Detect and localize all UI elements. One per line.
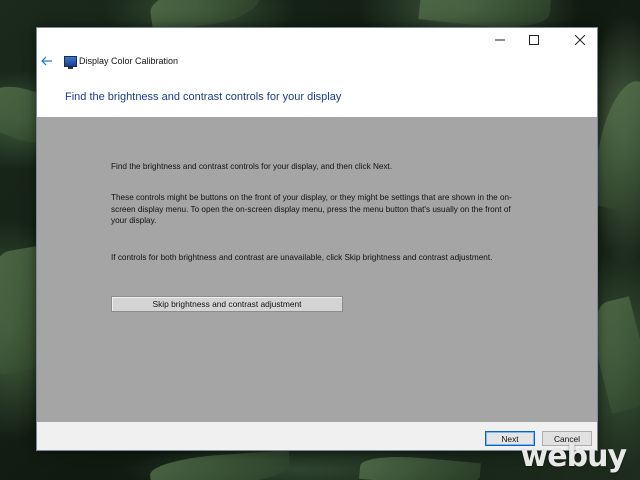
controls-description-text: These controls might be buttons on the f…: [111, 193, 512, 225]
arrow-left-icon: [41, 56, 52, 66]
monitor-icon: [64, 56, 77, 69]
desktop-background: Display Color Calibration Find the brigh…: [0, 0, 640, 480]
title-bar: [37, 28, 597, 52]
maximize-button[interactable]: [517, 28, 551, 52]
instruction-text: Find the brightness and contrast control…: [111, 162, 393, 171]
close-icon: [575, 35, 585, 45]
leaf-decoration: [359, 452, 481, 480]
button-bar: Next Cancel: [37, 422, 597, 450]
content-area: Find the brightness and contrast control…: [37, 117, 597, 422]
window-title: Display Color Calibration: [79, 56, 179, 66]
calibration-window: Display Color Calibration Find the brigh…: [36, 27, 598, 451]
navigation-row: Display Color Calibration: [37, 52, 597, 74]
minimize-button[interactable]: [483, 28, 517, 52]
page-heading: Find the brightness and contrast control…: [65, 91, 342, 103]
skip-instruction-text: If controls for both brightness and cont…: [111, 253, 493, 262]
leaf-decoration: [149, 450, 291, 480]
skip-adjustment-button[interactable]: Skip brightness and contrast adjustment: [111, 296, 343, 312]
back-button[interactable]: [41, 54, 57, 70]
watermark-logo: webuy: [520, 439, 627, 474]
maximize-icon: [529, 35, 539, 45]
minimize-icon: [495, 39, 505, 41]
close-button[interactable]: [563, 28, 597, 52]
